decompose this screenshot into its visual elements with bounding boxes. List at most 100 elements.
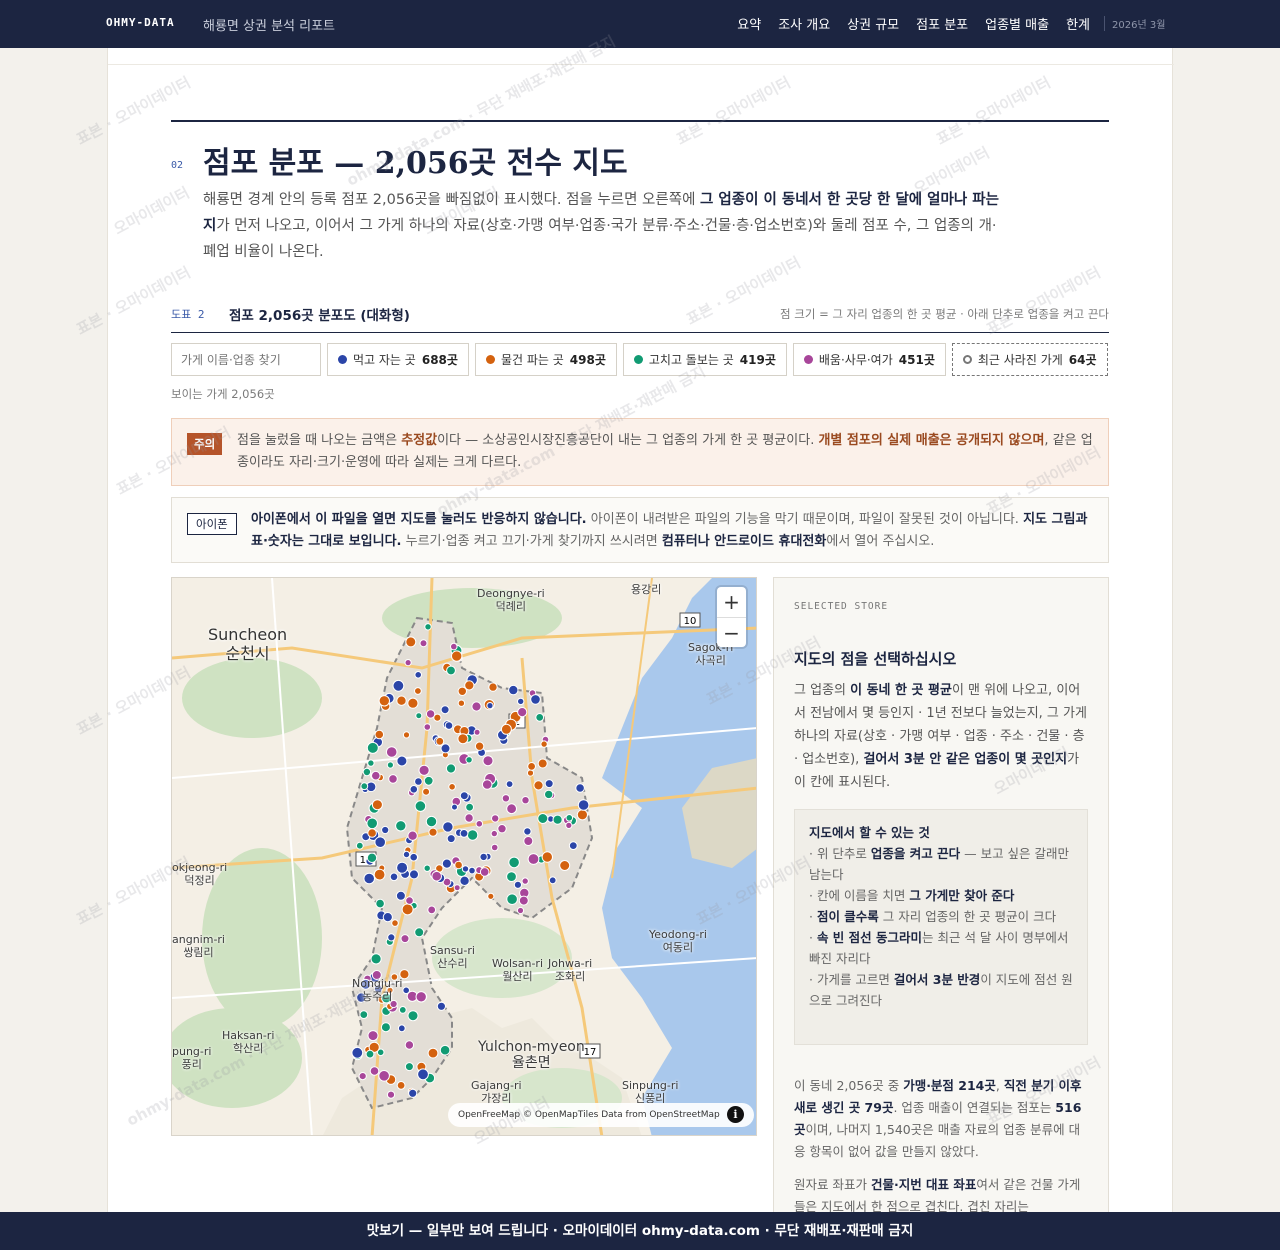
store-map[interactable]: 10 2 10 17 Suncheon순천시 Deongnye-ri덕례리 용강…: [171, 577, 757, 1136]
store-marker[interactable]: [407, 830, 418, 841]
zoom-out-button[interactable]: −: [717, 617, 746, 647]
store-marker[interactable]: [387, 933, 396, 942]
store-marker[interactable]: [440, 743, 451, 754]
store-marker[interactable]: [540, 740, 548, 748]
store-marker[interactable]: [475, 820, 484, 828]
store-marker[interactable]: [440, 705, 450, 715]
store-marker[interactable]: [441, 858, 452, 869]
store-marker[interactable]: [366, 852, 378, 863]
store-marker[interactable]: [559, 860, 571, 871]
zoom-in-button[interactable]: +: [717, 587, 746, 617]
store-marker[interactable]: [423, 864, 431, 872]
store-marker[interactable]: [537, 758, 548, 769]
store-marker[interactable]: [488, 682, 498, 692]
filter-chip-food-lodging[interactable]: 먹고 자는 곳 688곳: [327, 343, 469, 376]
store-marker[interactable]: [389, 872, 399, 882]
store-marker[interactable]: [378, 1070, 390, 1082]
store-marker[interactable]: [415, 991, 427, 1003]
store-marker[interactable]: [468, 866, 476, 875]
store-marker[interactable]: [402, 850, 411, 859]
store-marker[interactable]: [369, 1066, 380, 1076]
store-marker[interactable]: [448, 783, 456, 791]
nav-sales-by-industry[interactable]: 업종별 매출: [985, 14, 1049, 33]
nav-summary[interactable]: 요약: [737, 14, 761, 33]
store-marker[interactable]: [544, 789, 554, 800]
store-marker[interactable]: [465, 802, 475, 812]
store-marker[interactable]: [382, 912, 393, 923]
store-marker[interactable]: [490, 843, 499, 852]
store-marker[interactable]: [459, 829, 469, 838]
store-marker[interactable]: [365, 1049, 375, 1059]
store-marker[interactable]: [501, 794, 511, 803]
store-marker[interactable]: [431, 870, 443, 882]
brand-logo[interactable]: OHMY-DATA: [106, 16, 175, 29]
store-marker[interactable]: [513, 880, 522, 889]
store-marker[interactable]: [366, 817, 378, 830]
store-marker[interactable]: [395, 890, 406, 901]
store-marker[interactable]: [457, 733, 469, 745]
store-marker[interactable]: [378, 695, 391, 707]
store-marker[interactable]: [366, 741, 379, 754]
store-marker[interactable]: [575, 783, 585, 793]
store-marker[interactable]: [473, 728, 481, 736]
store-marker[interactable]: [398, 1006, 407, 1014]
store-marker[interactable]: [451, 650, 463, 662]
store-marker[interactable]: [471, 701, 482, 712]
store-marker[interactable]: [414, 800, 427, 812]
store-marker[interactable]: [409, 785, 419, 794]
store-marker[interactable]: [535, 713, 545, 722]
store-marker[interactable]: [527, 853, 540, 865]
store-marker[interactable]: [404, 1062, 414, 1072]
store-marker[interactable]: [490, 829, 498, 838]
store-marker[interactable]: [521, 877, 529, 885]
store-marker[interactable]: [386, 1090, 396, 1099]
store-marker[interactable]: [425, 709, 436, 719]
store-marker[interactable]: [374, 836, 386, 849]
store-marker[interactable]: [517, 707, 528, 718]
store-marker[interactable]: [466, 829, 479, 841]
store-marker[interactable]: [415, 712, 423, 720]
store-marker[interactable]: [358, 1072, 367, 1081]
store-marker[interactable]: [397, 1024, 406, 1033]
store-marker[interactable]: [396, 861, 409, 874]
store-marker[interactable]: [481, 779, 493, 790]
store-marker[interactable]: [523, 827, 532, 836]
store-marker[interactable]: [396, 695, 407, 706]
store-marker[interactable]: [552, 814, 563, 825]
store-marker[interactable]: [459, 875, 470, 886]
store-marker[interactable]: [391, 919, 399, 927]
store-marker[interactable]: [439, 1044, 451, 1056]
store-marker[interactable]: [450, 642, 458, 651]
store-marker[interactable]: [436, 1001, 446, 1011]
store-marker[interactable]: [537, 813, 549, 824]
store-marker[interactable]: [497, 824, 507, 834]
store-marker[interactable]: [427, 1047, 439, 1059]
store-marker[interactable]: [363, 872, 375, 885]
store-marker[interactable]: [409, 852, 418, 862]
store-marker[interactable]: [367, 759, 375, 767]
store-marker[interactable]: [396, 1081, 406, 1090]
store-marker[interactable]: [445, 763, 457, 774]
store-marker[interactable]: [541, 851, 553, 863]
store-marker[interactable]: [461, 865, 470, 873]
store-marker[interactable]: [408, 1088, 418, 1098]
nav-survey-overview[interactable]: 조사 개요: [778, 14, 830, 33]
store-marker[interactable]: [444, 721, 454, 730]
store-marker[interactable]: [508, 684, 519, 696]
store-marker[interactable]: [457, 699, 466, 707]
store-marker[interactable]: [454, 860, 463, 870]
store-marker[interactable]: [407, 697, 419, 709]
store-marker[interactable]: [375, 898, 385, 909]
store-marker[interactable]: [362, 767, 372, 777]
store-marker[interactable]: [367, 828, 377, 838]
store-marker[interactable]: [401, 903, 414, 916]
store-marker[interactable]: [388, 774, 398, 784]
store-marker[interactable]: [370, 953, 382, 965]
store-marker[interactable]: [518, 895, 529, 906]
store-marker[interactable]: [400, 934, 410, 944]
store-marker[interactable]: [427, 905, 437, 915]
store-marker[interactable]: [530, 694, 541, 705]
store-marker[interactable]: [464, 680, 475, 691]
store-marker[interactable]: [404, 659, 412, 667]
store-marker[interactable]: [414, 777, 423, 786]
